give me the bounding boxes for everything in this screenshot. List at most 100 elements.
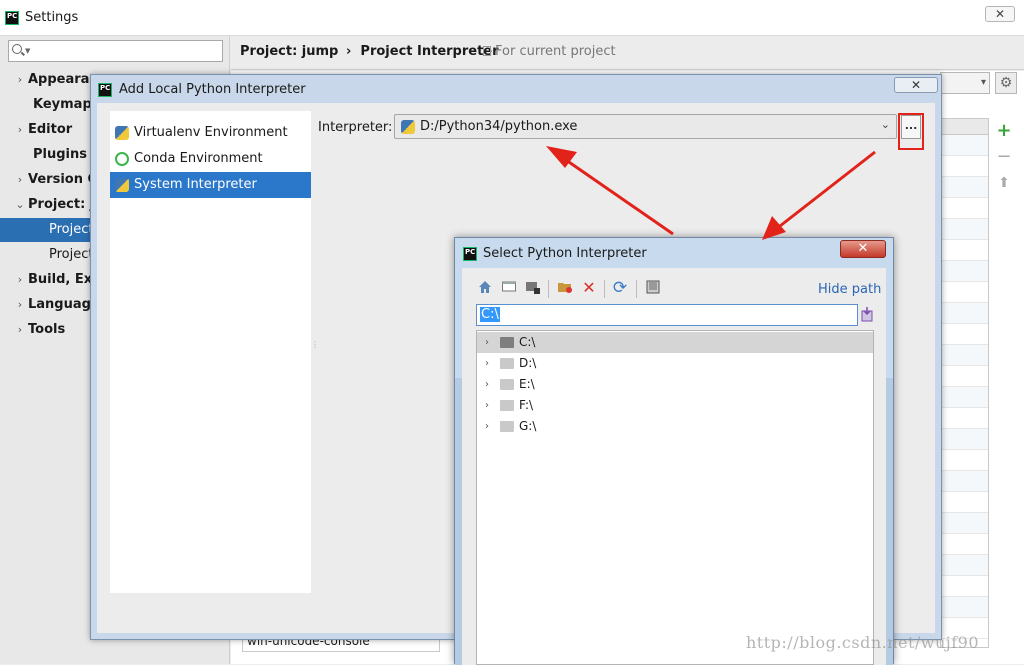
- sidebar-item-project[interactable]: ⌄Project: jump: [0, 193, 96, 217]
- sidebar-item-version-control[interactable]: ›Version Control: [0, 168, 96, 192]
- refresh-icon[interactable]: ⟳: [611, 279, 629, 297]
- chevron-right-icon: ›: [485, 358, 489, 369]
- minus-icon: −: [996, 146, 1012, 167]
- table-row[interactable]: [941, 576, 988, 597]
- table-row[interactable]: [941, 303, 988, 324]
- document-icon: [483, 46, 491, 56]
- table-row[interactable]: [941, 135, 988, 156]
- table-row[interactable]: [941, 156, 988, 177]
- arrow-up-icon: ⬆: [998, 175, 1010, 191]
- table-row[interactable]: [941, 387, 988, 408]
- plus-icon: +: [996, 120, 1012, 141]
- path-history-icon[interactable]: [860, 306, 874, 324]
- package-table: [940, 118, 989, 648]
- sidebar-item-keymap[interactable]: Keymap: [0, 93, 96, 117]
- breadcrumb-separator: ›: [346, 44, 352, 59]
- drive-icon: [500, 421, 514, 432]
- settings-titlebar: Settings ✕: [0, 0, 1024, 36]
- sidebar-item-tools[interactable]: › Tools: [0, 318, 96, 342]
- table-row[interactable]: [941, 492, 988, 513]
- add-dialog-close-button[interactable]: ✕: [894, 77, 938, 93]
- sidebar-item-project-interpreter[interactable]: Project Interpreter: [0, 218, 96, 242]
- select-interpreter-dialog: Select Python Interpreter ✕ ✕ ⟳: [454, 237, 894, 665]
- hide-path-link[interactable]: Hide path: [818, 282, 881, 297]
- sidebar-item-plugins[interactable]: Plugins: [0, 143, 96, 167]
- table-row[interactable]: [941, 408, 988, 429]
- table-row[interactable]: [941, 324, 988, 345]
- dialog-border: [886, 378, 893, 665]
- table-row[interactable]: [941, 261, 988, 282]
- select-dialog-close-button[interactable]: ✕: [840, 240, 886, 258]
- chevron-down-icon: ▾: [980, 77, 986, 88]
- tree-row-drive-f[interactable]: › F:\: [477, 395, 873, 416]
- window-title: Settings: [25, 10, 79, 25]
- remove-package-button[interactable]: −: [990, 144, 1018, 170]
- drive-icon: [500, 358, 514, 369]
- pycharm-icon: [98, 83, 112, 97]
- page-title: › Project Interpreter: [346, 44, 499, 59]
- tree-row-drive-g[interactable]: › G:\: [477, 416, 873, 437]
- table-row[interactable]: [941, 219, 988, 240]
- interpreter-select[interactable]: D:/Python34/python.exe ⌄: [394, 114, 897, 139]
- splitter-handle[interactable]: ⋮: [311, 341, 319, 357]
- package-toolbar: + − ⬆: [990, 118, 1018, 618]
- sidebar-item-languages[interactable]: ›Languages & Frameworks: [0, 293, 96, 317]
- env-item-conda[interactable]: Conda Environment: [110, 146, 311, 172]
- table-row[interactable]: [941, 366, 988, 387]
- new-folder-icon[interactable]: [556, 279, 574, 297]
- table-row[interactable]: [941, 282, 988, 303]
- table-row[interactable]: [941, 471, 988, 492]
- python-icon: [401, 120, 415, 134]
- table-row[interactable]: [941, 345, 988, 366]
- chevron-down-icon: ⌄: [880, 118, 890, 131]
- env-item-virtualenv[interactable]: Virtualenv Environment: [110, 120, 311, 146]
- breadcrumb: Project: jump › Project Interpreter For …: [231, 36, 1024, 70]
- table-row[interactable]: [941, 597, 988, 618]
- sidebar-item-build[interactable]: ›Build, Execution, Deployment: [0, 268, 96, 292]
- table-row[interactable]: [941, 177, 988, 198]
- tree-row-drive-d[interactable]: › D:\: [477, 353, 873, 374]
- dialog-titlebar: Add Local Python Interpreter ✕: [91, 75, 941, 103]
- tree-row-drive-e[interactable]: › E:\: [477, 374, 873, 395]
- delete-icon[interactable]: ✕: [580, 279, 598, 297]
- chevron-right-icon: ›: [17, 123, 23, 136]
- settings-search-input[interactable]: ▼: [8, 40, 223, 62]
- browse-button[interactable]: ...: [901, 115, 921, 139]
- pycharm-icon: [5, 11, 19, 25]
- dialog-title: Select Python Interpreter: [483, 246, 647, 261]
- drive-icon: [500, 379, 514, 390]
- desktop-icon[interactable]: [500, 279, 518, 297]
- show-hidden-icon[interactable]: [644, 279, 662, 297]
- path-input[interactable]: C:\: [476, 304, 858, 326]
- sidebar-item-editor[interactable]: › Editor: [0, 118, 96, 142]
- tree-row-drive-c[interactable]: › C:\: [477, 332, 873, 353]
- table-row[interactable]: [941, 240, 988, 261]
- python-icon: [115, 178, 129, 192]
- upgrade-package-button[interactable]: ⬆: [990, 170, 1018, 196]
- interpreter-value: D:/Python34/python.exe: [420, 119, 578, 134]
- table-row[interactable]: [941, 198, 988, 219]
- drive-icon: [500, 337, 514, 348]
- watermark: http://blog.csdn.net/wujf90: [746, 633, 980, 652]
- file-tree: › C:\ › D:\ › E:\ › F:\ › G:\: [476, 330, 874, 665]
- gear-button[interactable]: ⚙: [995, 72, 1017, 94]
- table-row[interactable]: [941, 513, 988, 534]
- chevron-right-icon: ›: [17, 173, 23, 186]
- table-row[interactable]: [941, 450, 988, 471]
- project-interpreter-combo[interactable]: ▾: [940, 72, 990, 94]
- env-item-system[interactable]: System Interpreter: [110, 172, 311, 198]
- sidebar-item-appearance[interactable]: ›Appearance & Behavior: [0, 68, 96, 92]
- home-icon[interactable]: [476, 279, 494, 297]
- table-row[interactable]: [941, 429, 988, 450]
- project-icon[interactable]: [524, 279, 542, 297]
- chevron-right-icon: ›: [485, 400, 489, 411]
- conda-icon: [115, 152, 129, 166]
- settings-close-button[interactable]: ✕: [985, 6, 1015, 22]
- table-row[interactable]: [941, 555, 988, 576]
- breadcrumb-project: Project: jump: [240, 44, 339, 59]
- chevron-right-icon: ›: [485, 421, 489, 432]
- sidebar-item-project-structure[interactable]: Project Structure: [0, 243, 96, 267]
- table-row[interactable]: [941, 534, 988, 555]
- breadcrumb-page: Project Interpreter: [360, 44, 499, 59]
- add-package-button[interactable]: +: [990, 118, 1018, 144]
